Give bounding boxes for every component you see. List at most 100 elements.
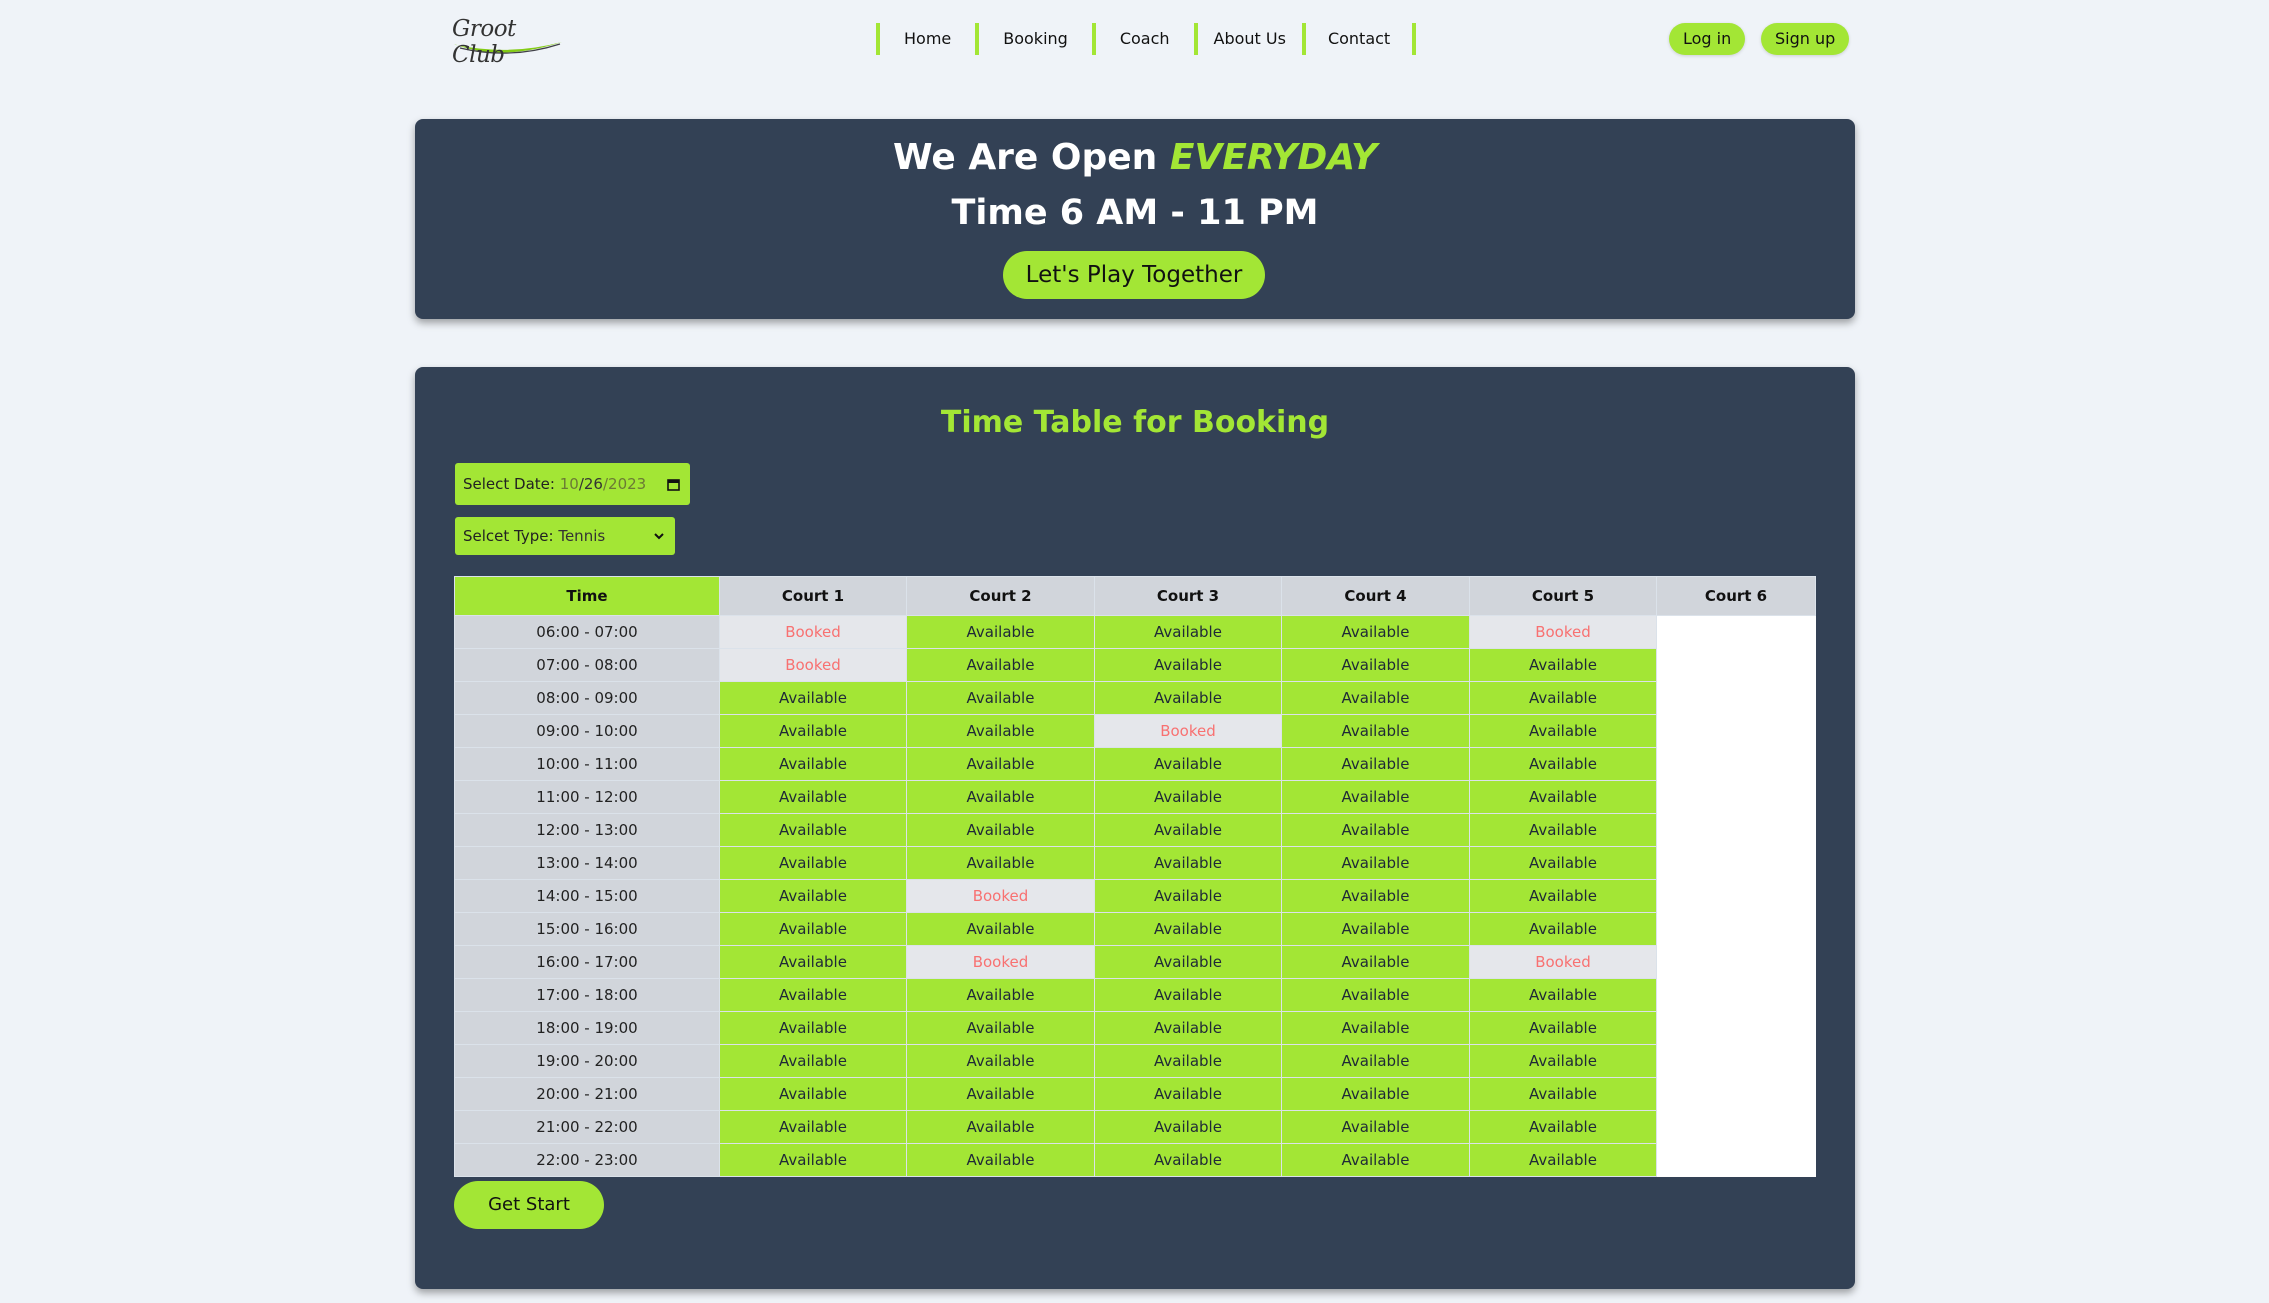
slot-available[interactable]: Available: [719, 681, 907, 715]
slot-available[interactable]: Available: [719, 813, 907, 847]
slot-available[interactable]: Available: [906, 846, 1095, 880]
slot-available[interactable]: Available: [719, 714, 907, 748]
slot-available[interactable]: Available: [1281, 945, 1470, 979]
slot-available[interactable]: Available: [1094, 945, 1282, 979]
slot-available[interactable]: Available: [719, 1143, 907, 1177]
slot-available[interactable]: Available: [1094, 1110, 1282, 1144]
slot-available[interactable]: Available: [906, 1143, 1095, 1177]
slot-available[interactable]: Available: [719, 978, 907, 1012]
slot-available[interactable]: Available: [1094, 615, 1282, 649]
slot-available[interactable]: Available: [906, 1110, 1095, 1144]
get-start-button[interactable]: Get Start: [454, 1181, 604, 1229]
slot-available[interactable]: Available: [906, 1077, 1095, 1111]
slot-available[interactable]: Available: [1094, 1011, 1282, 1045]
slot-available[interactable]: Available: [906, 780, 1095, 814]
slot-available[interactable]: Available: [1281, 978, 1470, 1012]
slot-available[interactable]: Available: [1281, 813, 1470, 847]
slot-available[interactable]: Available: [1094, 846, 1282, 880]
slot-available[interactable]: Available: [1094, 780, 1282, 814]
slot-available[interactable]: Available: [1281, 648, 1470, 682]
nav-contact[interactable]: Contact: [1306, 23, 1412, 55]
slot-available[interactable]: Available: [1094, 648, 1282, 682]
slot-available[interactable]: Available: [906, 615, 1095, 649]
slot-available[interactable]: Available: [1469, 681, 1657, 715]
calendar-icon[interactable]: [667, 463, 680, 505]
slot-available[interactable]: Available: [719, 846, 907, 880]
slot-available[interactable]: Available: [906, 1044, 1095, 1078]
slot-available[interactable]: Available: [719, 912, 907, 946]
slot-available[interactable]: Available: [1094, 813, 1282, 847]
slot-available[interactable]: Available: [719, 879, 907, 913]
slot-available[interactable]: Available: [1094, 912, 1282, 946]
slot-available[interactable]: Available: [906, 978, 1095, 1012]
slot-available[interactable]: Available: [719, 1011, 907, 1045]
slot-available[interactable]: Available: [1281, 681, 1470, 715]
slot-available[interactable]: Available: [719, 1044, 907, 1078]
slot-available[interactable]: Available: [1469, 1011, 1657, 1045]
slot-available[interactable]: Available: [906, 648, 1095, 682]
slot-available[interactable]: Available: [1281, 846, 1470, 880]
date-picker[interactable]: Select Date: 10/26/2023: [455, 463, 690, 505]
slot-available[interactable]: Available: [1281, 615, 1470, 649]
slot-available[interactable]: Available: [1469, 1077, 1657, 1111]
slot-available[interactable]: Available: [1281, 1110, 1470, 1144]
booking-panel: Time Table for Booking Select Date: 10/2…: [415, 367, 1855, 1289]
slot-available[interactable]: Available: [906, 714, 1095, 748]
slot-available[interactable]: Available: [1094, 1044, 1282, 1078]
slot-booked: Booked: [719, 648, 907, 682]
slot-available[interactable]: Available: [906, 912, 1095, 946]
slot-available[interactable]: Available: [1281, 912, 1470, 946]
slot-available[interactable]: Available: [1094, 879, 1282, 913]
slot-available[interactable]: Available: [1469, 978, 1657, 1012]
logo[interactable]: Groot Club: [450, 14, 568, 68]
slot-available[interactable]: Available: [719, 1110, 907, 1144]
login-button[interactable]: Log in: [1669, 23, 1746, 55]
type-select[interactable]: Selcet Type: Tennis: [455, 517, 675, 555]
slot-available[interactable]: Available: [1469, 747, 1657, 781]
slot-available[interactable]: Available: [906, 681, 1095, 715]
slot-available[interactable]: Available: [1281, 1044, 1470, 1078]
slot-available[interactable]: Available: [1469, 912, 1657, 946]
slot-empty: [1656, 1077, 1816, 1111]
slot-empty: [1656, 780, 1816, 814]
slot-available[interactable]: Available: [1281, 714, 1470, 748]
slot-available[interactable]: Available: [719, 1077, 907, 1111]
slot-available[interactable]: Available: [1469, 1044, 1657, 1078]
slot-available[interactable]: Available: [1469, 780, 1657, 814]
slot-available[interactable]: Available: [719, 945, 907, 979]
nav-home[interactable]: Home: [880, 23, 975, 55]
signup-button[interactable]: Sign up: [1761, 23, 1850, 55]
slot-available[interactable]: Available: [906, 747, 1095, 781]
slot-available[interactable]: Available: [1469, 813, 1657, 847]
slot-available[interactable]: Available: [1281, 1011, 1470, 1045]
nav-coach[interactable]: Coach: [1096, 23, 1194, 55]
slot-available[interactable]: Available: [1469, 1143, 1657, 1177]
slot-available[interactable]: Available: [1469, 714, 1657, 748]
slot-available[interactable]: Available: [1094, 1143, 1282, 1177]
slot-available[interactable]: Available: [1094, 1077, 1282, 1111]
slot-available[interactable]: Available: [1469, 846, 1657, 880]
lets-play-button[interactable]: Let's Play Together: [1003, 251, 1265, 299]
slot-booked: Booked: [1094, 714, 1282, 748]
slot-available[interactable]: Available: [1094, 747, 1282, 781]
slot-available[interactable]: Available: [1281, 1143, 1470, 1177]
slot-available[interactable]: Available: [719, 747, 907, 781]
slot-available[interactable]: Available: [719, 780, 907, 814]
nav-booking[interactable]: Booking: [979, 23, 1092, 55]
slot-available[interactable]: Available: [1281, 780, 1470, 814]
slot-available[interactable]: Available: [1281, 747, 1470, 781]
slot-available[interactable]: Available: [1094, 978, 1282, 1012]
time-slot-label: 13:00 - 14:00: [454, 846, 720, 880]
main-nav: Home Booking Coach About Us Contact: [876, 22, 1417, 56]
slot-available[interactable]: Available: [1469, 648, 1657, 682]
slot-available[interactable]: Available: [1469, 1110, 1657, 1144]
slot-available[interactable]: Available: [906, 1011, 1095, 1045]
chevron-down-icon[interactable]: [653, 517, 665, 555]
time-slot-label: 10:00 - 11:00: [454, 747, 720, 781]
nav-about-us[interactable]: About Us: [1198, 23, 1302, 55]
slot-available[interactable]: Available: [1469, 879, 1657, 913]
slot-available[interactable]: Available: [1281, 879, 1470, 913]
slot-available[interactable]: Available: [1281, 1077, 1470, 1111]
slot-available[interactable]: Available: [906, 813, 1095, 847]
slot-available[interactable]: Available: [1094, 681, 1282, 715]
